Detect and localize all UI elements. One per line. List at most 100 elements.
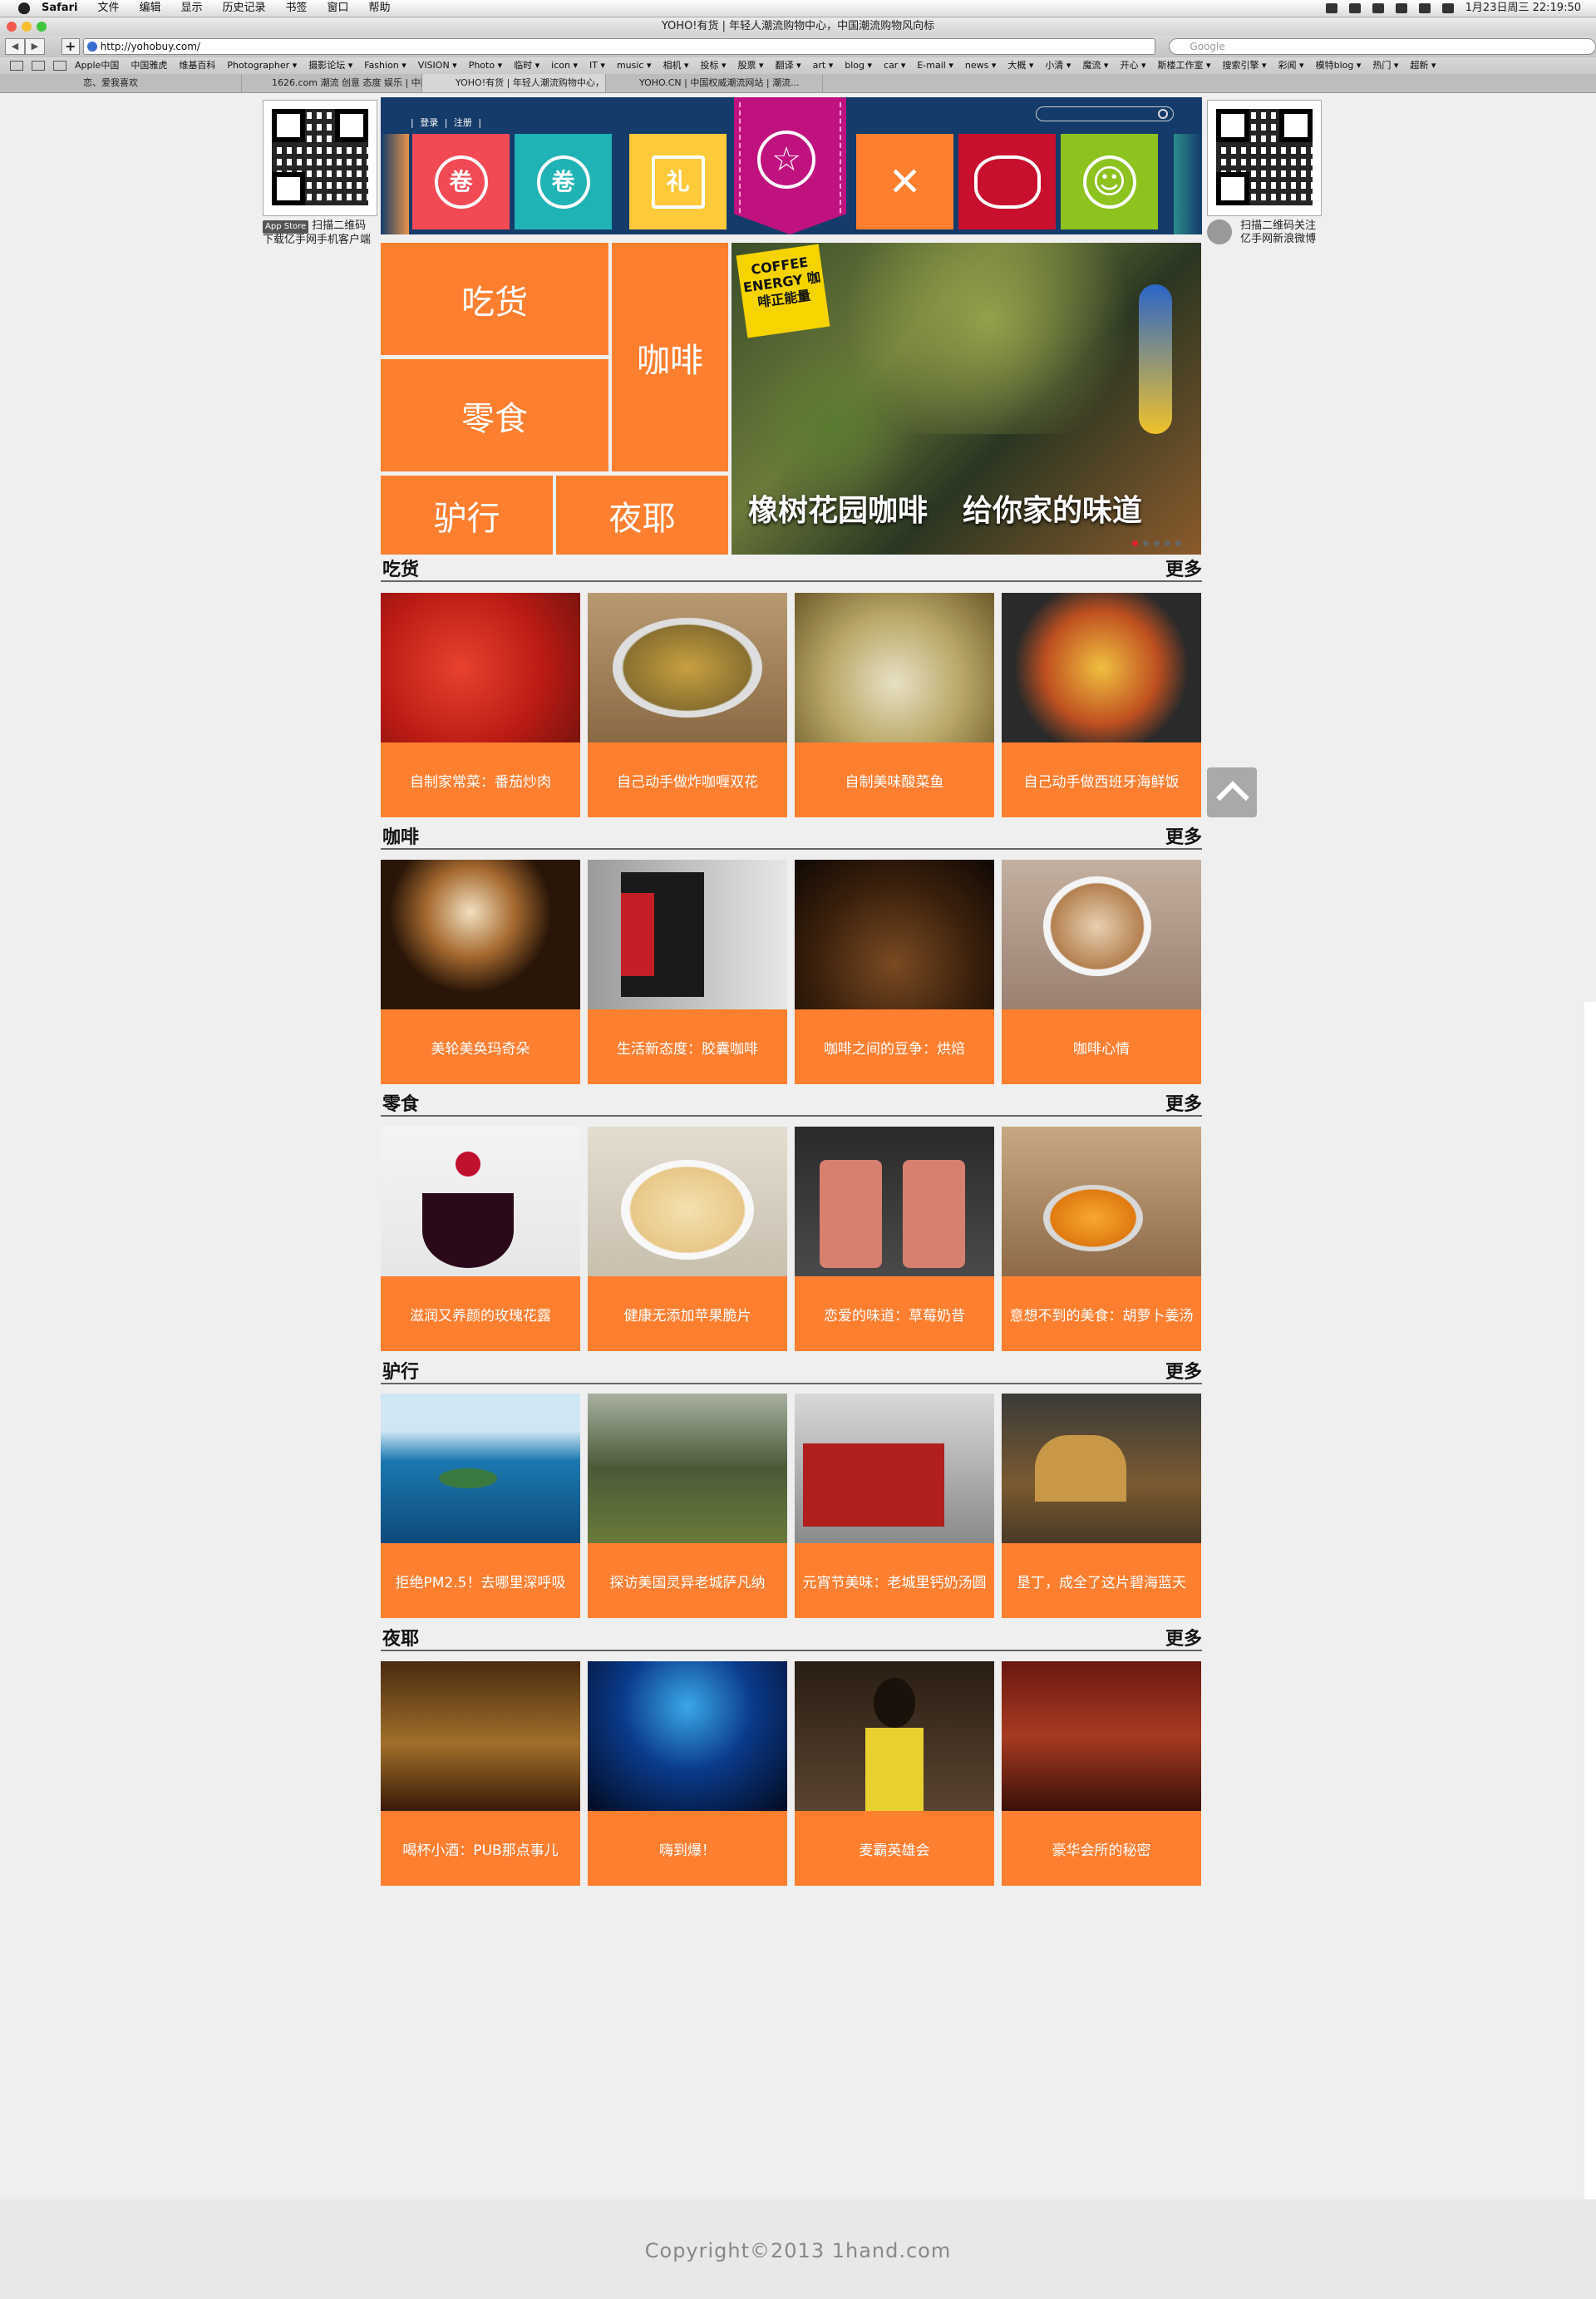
bookmark-item[interactable]: 投标 ▾ (701, 57, 727, 74)
more-link[interactable]: 更多 (1165, 1630, 1202, 1650)
zoom-window-button[interactable] (37, 22, 47, 32)
menu-help[interactable]: 帮助 (369, 0, 391, 17)
bookmark-item[interactable]: 热门 ▾ (1372, 57, 1398, 74)
bookmark-item[interactable]: 相机 ▾ (663, 57, 689, 74)
nav-tile-fun[interactable]: ☺ (1061, 134, 1158, 229)
bookmark-item[interactable]: car ▾ (884, 57, 905, 74)
more-link[interactable]: 更多 (1165, 828, 1202, 848)
article-card[interactable]: 嗨到爆！ (588, 1661, 787, 1886)
article-card[interactable]: 自制家常菜：番茄炒肉 (381, 593, 580, 817)
search-icon[interactable] (1158, 109, 1168, 119)
article-card[interactable]: 恋爱的味道：草莓奶昔 (795, 1127, 994, 1351)
bookmark-item[interactable]: Photo ▾ (469, 57, 502, 74)
hero-banner[interactable]: COFFEE ENERGY 咖啡正能量 橡树花园咖啡 给你家的味道 (732, 243, 1201, 555)
register-link[interactable]: 注册 (454, 117, 472, 128)
carousel-dot-active[interactable] (1132, 540, 1138, 546)
category-eat[interactable]: 吃货 (381, 243, 608, 355)
bookmark-item[interactable]: art ▾ (813, 57, 834, 74)
bookmark-item[interactable]: 股票 ▾ (738, 57, 764, 74)
header-search-input[interactable] (1036, 106, 1174, 121)
article-card[interactable]: 生活新态度：胶囊咖啡 (588, 860, 787, 1084)
article-card[interactable]: 垦丁，成全了这片碧海蓝天 (1002, 1394, 1201, 1618)
category-night[interactable]: 夜耶 (556, 476, 728, 555)
address-bar[interactable]: http://yohobuy.com/ (82, 38, 1156, 55)
menu-history[interactable]: 历史记录 (222, 0, 265, 17)
flag-input-icon[interactable] (1441, 3, 1454, 13)
menu-file[interactable]: 文件 (97, 0, 119, 17)
menu-edit[interactable]: 编辑 (139, 0, 160, 17)
status-app-icon[interactable] (1325, 3, 1337, 13)
bookmark-item[interactable]: 小清 ▾ (1045, 57, 1071, 74)
category-travel[interactable]: 驴行 (381, 476, 553, 555)
article-card[interactable]: 自制美味酸菜鱼 (795, 593, 994, 817)
article-card[interactable]: 喝杯小酒：PUB那点事儿 (381, 1661, 580, 1886)
bookmark-item[interactable]: music ▾ (617, 57, 652, 74)
carousel-dot[interactable] (1165, 540, 1170, 546)
add-bookmark-button[interactable]: + (61, 38, 80, 55)
bookmark-item[interactable]: IT ▾ (589, 57, 605, 74)
nav-tile-food[interactable]: ✕ (856, 134, 953, 229)
article-card[interactable]: 麦霸英雄会 (795, 1661, 994, 1886)
article-card[interactable]: 自己动手做炸咖喱双花 (588, 593, 787, 817)
forward-button[interactable]: ▶ (24, 38, 45, 55)
article-card[interactable]: 拒绝PM2.5！去哪里深呼吸 (381, 1394, 580, 1618)
menu-clock[interactable]: 1月23日周三 22:19:50 (1465, 0, 1581, 17)
menu-app-name[interactable]: Safari (42, 0, 77, 17)
bookmark-item[interactable]: 超新 ▾ (1410, 57, 1436, 74)
bookmark-item[interactable]: 临时 ▾ (514, 57, 539, 74)
close-window-button[interactable] (7, 22, 17, 32)
carousel-dot[interactable] (1175, 540, 1181, 546)
nav-tile-gift[interactable]: 礼 (629, 134, 727, 229)
bookmark-item[interactable]: VISION ▾ (418, 57, 457, 74)
browser-tab-active[interactable]: YOHO!有货 | 年轻人潮流购物中心，... (422, 74, 606, 92)
bookmark-item[interactable]: 维基百科 (179, 57, 215, 74)
bookmark-item[interactable]: E-mail ▾ (917, 57, 953, 74)
carousel-dot[interactable] (1154, 540, 1160, 546)
bookmark-item[interactable]: icon ▾ (551, 57, 578, 74)
article-card[interactable]: 健康无添加苹果脆片 (588, 1127, 787, 1351)
reading-list-icon[interactable] (10, 61, 23, 71)
app-store-badge[interactable]: App Store (263, 220, 309, 234)
browser-tab[interactable]: YOHO.CN | 中国权威潮流网站 | 潮流... (606, 74, 823, 92)
article-card[interactable]: 意想不到的美食：胡萝卜姜汤 (1002, 1127, 1201, 1351)
bookmark-item[interactable]: Apple中国 (75, 57, 119, 74)
bookmark-item[interactable]: 斯楼工作室 ▾ (1158, 57, 1211, 74)
top-sites-grid-icon[interactable] (53, 61, 66, 71)
bookmark-item[interactable]: 模特blog ▾ (1316, 57, 1362, 74)
weibo-icon[interactable] (1207, 220, 1232, 244)
article-card[interactable]: 美轮美奂玛奇朵 (381, 860, 580, 1084)
minimize-window-button[interactable] (22, 22, 32, 32)
bookmark-item[interactable]: 中国雅虎 (131, 57, 167, 74)
bookmark-item[interactable]: news ▾ (965, 57, 997, 74)
nav-tile-featured[interactable]: ☆ (734, 97, 846, 234)
article-card[interactable]: 咖啡之间的豆争：烘焙 (795, 860, 994, 1084)
more-link[interactable]: 更多 (1165, 560, 1202, 580)
bookmark-item[interactable]: 彩闻 ▾ (1278, 57, 1304, 74)
article-card[interactable]: 咖啡心情 (1002, 860, 1201, 1084)
nav-tile-talk[interactable]: ◯ (958, 134, 1056, 229)
menu-window[interactable]: 窗口 (328, 0, 349, 17)
browser-tab[interactable]: 恋、爱我喜欢 (0, 74, 242, 92)
menu-bookmarks[interactable]: 书签 (286, 0, 308, 17)
more-link[interactable]: 更多 (1165, 1095, 1202, 1115)
volume-icon[interactable] (1418, 3, 1431, 13)
bookmark-item[interactable]: Fashion ▾ (364, 57, 406, 74)
apple-menu-icon[interactable] (18, 2, 30, 14)
article-card[interactable]: 豪华会所的秘密 (1002, 1661, 1201, 1886)
bookmark-item[interactable]: Photographer ▾ (227, 57, 297, 74)
bookmark-item[interactable]: 大概 ▾ (1007, 57, 1033, 74)
nav-tile-female[interactable]: 卷 (412, 134, 510, 229)
wifi-icon[interactable] (1372, 3, 1384, 13)
search-field[interactable]: Google (1169, 38, 1596, 55)
more-link[interactable]: 更多 (1165, 1363, 1202, 1383)
category-coffee[interactable]: 咖啡 (612, 243, 728, 471)
bookmark-item[interactable]: 摄影论坛 ▾ (308, 57, 352, 74)
article-card[interactable]: 滋润又养颜的玫瑰花露 (381, 1127, 580, 1351)
browser-tab[interactable]: 1626.com 潮流 创意 态度 娱乐 | 中国... (242, 74, 422, 92)
display-icon[interactable] (1395, 3, 1407, 13)
category-snack[interactable]: 零食 (381, 359, 608, 471)
article-card[interactable]: 元宵节美味：老城里钙奶汤圆 (795, 1394, 994, 1618)
nav-tile-male[interactable]: 卷 (515, 134, 612, 229)
bookmark-item[interactable]: 开心 ▾ (1120, 57, 1145, 74)
battery-icon[interactable] (1348, 3, 1361, 13)
